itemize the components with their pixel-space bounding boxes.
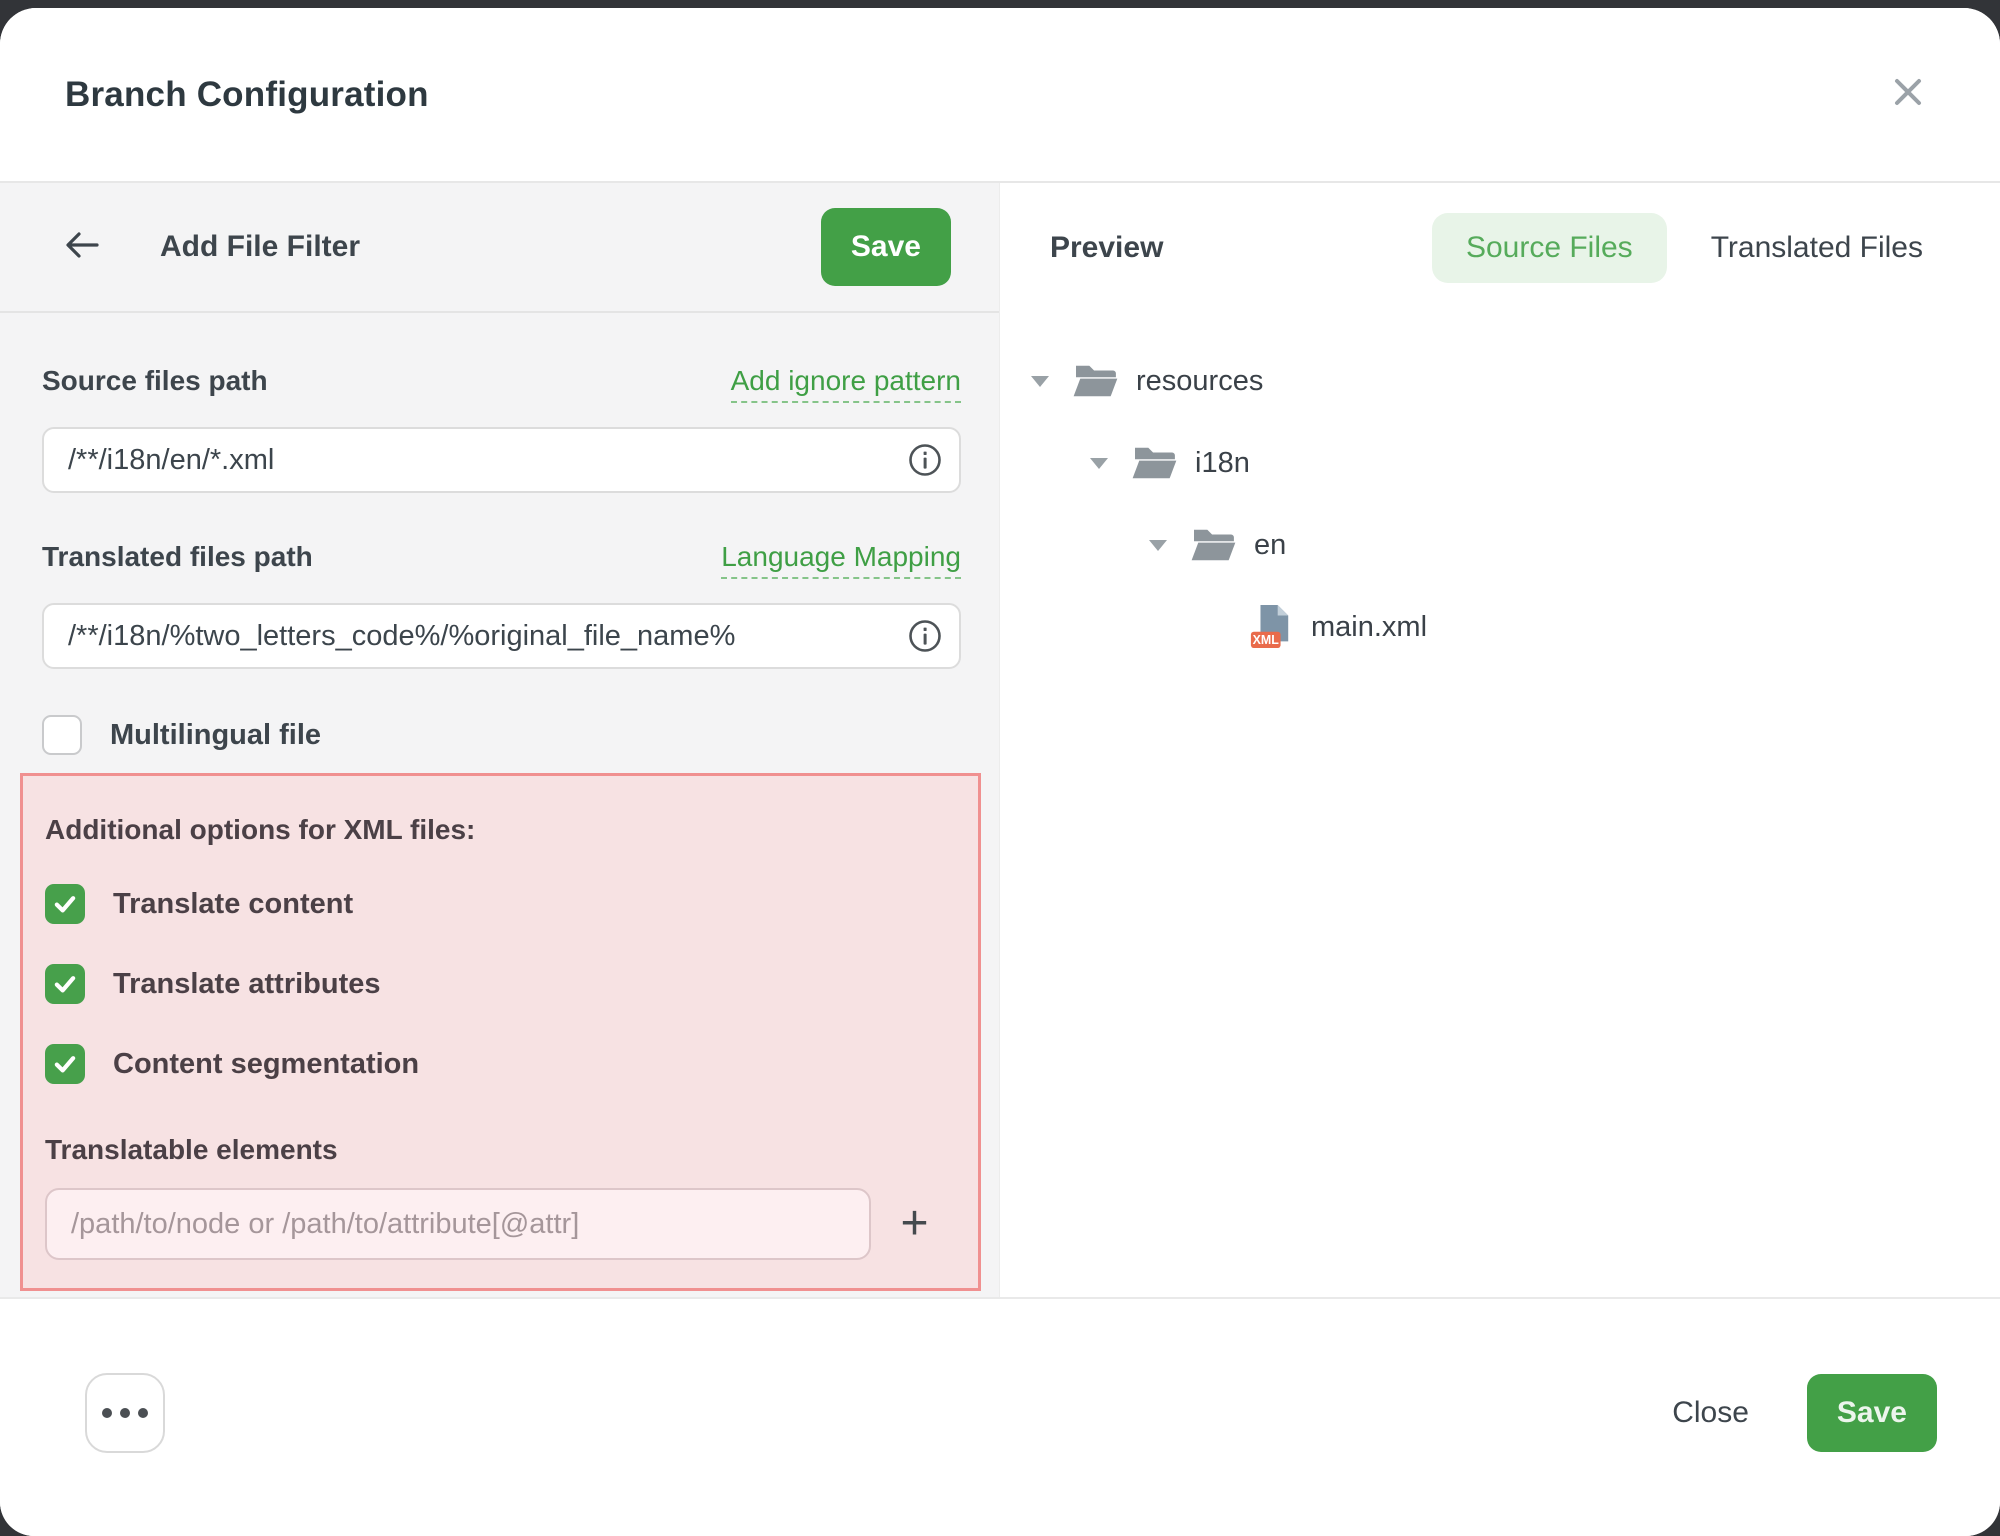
xml-option-checkbox-row[interactable]: Translate content [45, 884, 958, 924]
translated-path-input[interactable] [42, 603, 961, 669]
save-filter-button[interactable]: Save [821, 208, 951, 286]
xml-options-checkbox-list: Translate content Translate attributes Con… [45, 884, 958, 1084]
tree-item-label: resources [1136, 365, 1263, 398]
checkbox-checked-icon[interactable] [45, 884, 85, 924]
back-button[interactable] [62, 227, 102, 267]
dialog-footer: Close Save [0, 1297, 2000, 1536]
source-path-input-wrap [42, 427, 961, 493]
svg-text:XML: XML [1253, 633, 1280, 647]
dialog-title: Branch Configuration [65, 75, 429, 115]
file-filter-panel: Add File Filter Save Source files path A… [0, 183, 1000, 1297]
close-button[interactable] [1886, 73, 1930, 117]
add-ignore-pattern-link[interactable]: Add ignore pattern [731, 365, 961, 403]
file-tree: resources i18n en XML main.xml [1000, 313, 2000, 683]
tree-item-i18n[interactable]: i18n [1030, 437, 2000, 489]
dialog-main: Add File Filter Save Source files path A… [0, 183, 2000, 1297]
footer-actions: Close Save [1672, 1374, 1937, 1452]
close-icon [1890, 74, 1926, 115]
file-filter-header: Add File Filter Save [0, 183, 999, 313]
xml-option-label: Translate content [113, 888, 353, 921]
tab-translated-files[interactable]: Translated Files [1711, 213, 1923, 283]
translated-path-row: Translated files path Language Mapping [42, 541, 961, 579]
ellipsis-icon [102, 1408, 148, 1418]
translated-path-input-wrap [42, 603, 961, 669]
tree-item-label: en [1254, 529, 1286, 562]
caret-down-icon[interactable] [1030, 376, 1050, 387]
caret-down-icon[interactable] [1148, 540, 1168, 551]
multilingual-label: Multilingual file [110, 719, 321, 752]
tab-source-files[interactable]: Source Files [1432, 213, 1667, 283]
tree-item-main-xml[interactable]: XML main.xml [1030, 601, 2000, 653]
source-path-row: Source files path Add ignore pattern [42, 365, 961, 403]
preview-panel: Preview Source Files Translated Files re… [1000, 183, 2000, 1297]
xml-option-label: Translate attributes [113, 968, 381, 1001]
file-filter-form: Source files path Add ignore pattern Tr [0, 313, 999, 1297]
language-mapping-link[interactable]: Language Mapping [721, 541, 961, 579]
preview-title: Preview [1050, 231, 1163, 265]
folder-icon [1131, 444, 1177, 482]
folder-icon [1072, 362, 1118, 400]
dialog-header: Branch Configuration [0, 8, 2000, 183]
translatable-elements-label: Translatable elements [45, 1134, 958, 1166]
preview-header: Preview Source Files Translated Files [1000, 183, 2000, 313]
xml-file-icon: XML [1249, 603, 1293, 651]
caret-down-icon[interactable] [1089, 458, 1109, 469]
multilingual-checkbox-row[interactable]: Multilingual file [42, 715, 961, 755]
multilingual-checkbox[interactable] [42, 715, 82, 755]
tree-item-en[interactable]: en [1030, 519, 2000, 571]
add-translatable-element-button[interactable]: + [871, 1200, 958, 1248]
xml-option-checkbox-row[interactable]: Content segmentation [45, 1044, 958, 1084]
info-icon[interactable] [907, 442, 943, 478]
preview-tabs: Source Files Translated Files [1432, 213, 1923, 283]
translatable-elements-row: + [45, 1188, 958, 1260]
tree-item-resources[interactable]: resources [1030, 355, 2000, 407]
arrow-left-icon [63, 228, 101, 267]
source-path-label: Source files path [42, 365, 268, 397]
xml-option-label: Content segmentation [113, 1048, 419, 1081]
checkbox-checked-icon[interactable] [45, 964, 85, 1004]
translated-path-label: Translated files path [42, 541, 313, 573]
more-options-button[interactable] [85, 1373, 165, 1453]
xml-option-checkbox-row[interactable]: Translate attributes [45, 964, 958, 1004]
folder-icon [1190, 526, 1236, 564]
panel-title: Add File Filter [160, 230, 360, 264]
checkbox-checked-icon[interactable] [45, 1044, 85, 1084]
xml-options-section: Additional options for XML files: Transl… [20, 773, 981, 1291]
source-path-input[interactable] [42, 427, 961, 493]
info-icon[interactable] [907, 618, 943, 654]
xml-options-heading: Additional options for XML files: [45, 814, 958, 846]
close-dialog-button[interactable]: Close [1672, 1396, 1749, 1430]
tree-item-label: main.xml [1311, 611, 1427, 644]
translatable-elements-input[interactable] [45, 1188, 871, 1260]
tree-item-label: i18n [1195, 447, 1250, 480]
save-dialog-button[interactable]: Save [1807, 1374, 1937, 1452]
branch-configuration-dialog: Branch Configuration Add File [0, 8, 2000, 1536]
